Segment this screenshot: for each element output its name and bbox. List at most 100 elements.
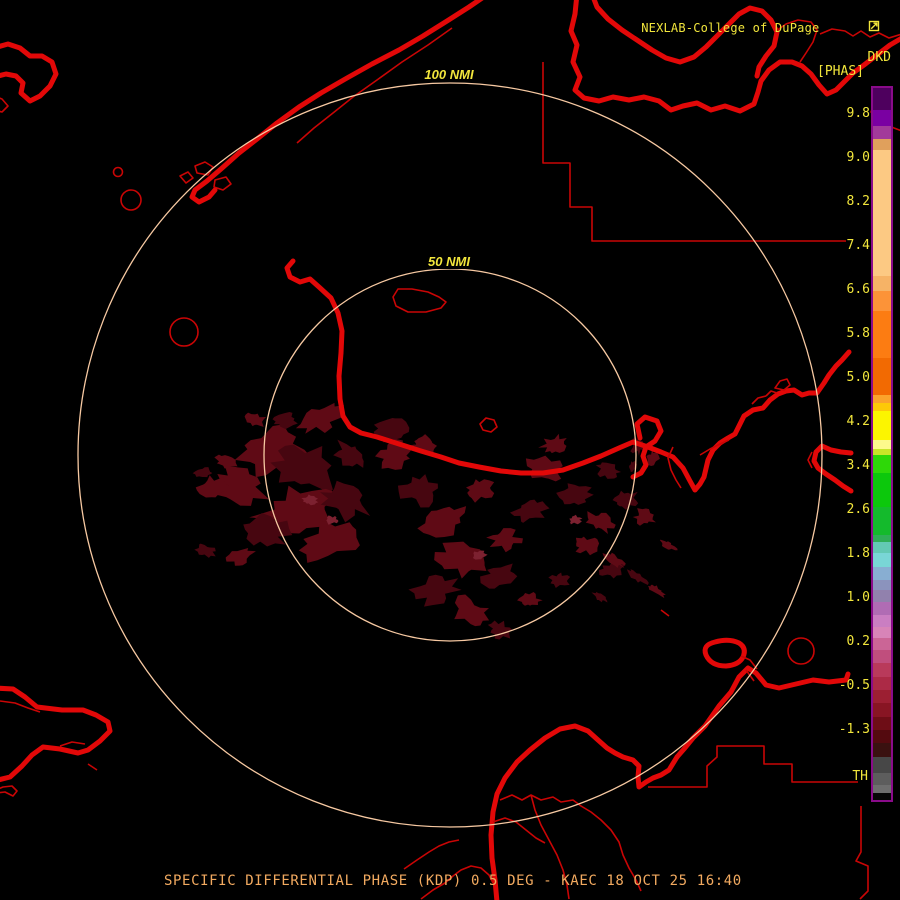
colorbar-segment (873, 677, 891, 690)
echo-blob (517, 592, 543, 606)
colorbar-segment (873, 743, 891, 757)
colorbar-segment (873, 638, 891, 650)
echo-blob (585, 511, 616, 534)
colorbar-tick-label: 3.4 (846, 458, 870, 473)
colorbar-segment (873, 773, 891, 785)
echo-blob (487, 620, 512, 640)
echo-blob (548, 572, 571, 588)
colorbar-tick-label: 6.6 (846, 282, 870, 297)
colorbar-segment (873, 139, 891, 150)
colorbar-segment (873, 276, 891, 291)
colorbar-segment (873, 395, 891, 403)
new-window-icon (823, 6, 880, 49)
echo-blob (454, 594, 490, 627)
colorbar-tick-label: 4.2 (846, 414, 870, 429)
colorbar-segment (873, 703, 891, 717)
colorbar-tick-label: 0.2 (846, 634, 870, 649)
threshold-label: TH (852, 769, 868, 784)
echo-blob (397, 474, 438, 508)
coastline-path (189, 0, 484, 205)
echo-blob (569, 514, 583, 525)
lake-outline (120, 189, 142, 211)
boundary-path (479, 417, 498, 433)
colorbar-segment (873, 473, 891, 507)
coastline-path (0, 41, 59, 104)
map-overlay (0, 0, 900, 900)
echo-blob (225, 548, 256, 566)
colorbar-segment (873, 411, 891, 440)
ring-label-100nmi: 100 NMI (421, 67, 477, 82)
boundary-path (855, 806, 869, 900)
colorbar-segment (873, 126, 891, 139)
boundary-path (0, 785, 18, 797)
radar-display: NEXLAB-College of DuPage DKD [PHAS] 100 … (0, 0, 900, 900)
colorbar-segment (873, 690, 891, 703)
colorbar-segment (873, 358, 891, 395)
boundary-path (179, 171, 194, 184)
colorbar-segment (873, 553, 891, 567)
echo-blob (194, 543, 216, 558)
colorbar-segment (873, 717, 891, 730)
echo-blob (509, 499, 550, 523)
ring-label-50nmi: 50 NMI (425, 254, 473, 269)
colorbar-segment (873, 542, 891, 553)
product-code-label: DKD (867, 50, 891, 65)
boundary-path (699, 439, 730, 456)
colorbar-segment (873, 535, 891, 542)
colorbar-tick-label: 9.0 (846, 150, 870, 165)
colorbar-segment (873, 590, 891, 602)
coastline-path (811, 443, 854, 494)
echo-blob (575, 536, 600, 556)
boundary-path (194, 161, 214, 176)
echo-blob (472, 550, 488, 560)
colorbar-tick-label: 8.2 (846, 194, 870, 209)
boundary-path (296, 27, 453, 144)
colorbar-tick-label: 1.0 (846, 590, 870, 605)
colorbar-segment (873, 615, 891, 627)
echo-blob (659, 539, 678, 551)
echo-blob (626, 569, 649, 586)
echo-blob (486, 528, 523, 553)
lake-outline (787, 637, 815, 665)
echo-blob (632, 508, 656, 526)
colorbar-tick-label: 2.6 (846, 502, 870, 517)
boundary-path (807, 451, 813, 469)
colorbar-segment (873, 88, 891, 110)
echo-blob (465, 479, 495, 503)
boundary-path (0, 97, 9, 113)
radar-canvas (0, 0, 900, 900)
coastline-path (702, 637, 747, 669)
colorbar-segment (873, 110, 891, 126)
boundary-path (660, 609, 670, 617)
lake-outline (112, 166, 124, 178)
boundary-path (392, 288, 447, 313)
colorbar-segment (873, 440, 891, 449)
product-unit-label: [PHAS] (817, 64, 864, 79)
colorbar-tick-label: 1.8 (846, 546, 870, 561)
colorbar-tick-label: -1.3 (838, 722, 870, 737)
echo-blob (408, 574, 462, 607)
boundary-path (492, 817, 546, 844)
boundary-path (87, 763, 98, 771)
colorbar-segment (873, 150, 891, 276)
boundary-path (542, 62, 846, 242)
colorbar-segment (873, 785, 891, 793)
colorbar-segment (873, 627, 891, 638)
boundary-path (59, 741, 86, 747)
echo-blob (538, 433, 567, 454)
lake-outline (169, 317, 199, 347)
colorbar-segment (873, 403, 891, 411)
colorbar-segment (873, 793, 891, 800)
colorbar-segment (873, 507, 891, 535)
colorbar-segment (873, 291, 891, 311)
boundary-path (667, 446, 682, 489)
echo-blob (612, 490, 639, 511)
echo-blob (192, 467, 213, 478)
echo-blob (556, 483, 594, 505)
colorbar-segment (873, 311, 891, 358)
echo-blob (244, 412, 267, 427)
echo-blob (333, 439, 364, 468)
boundary-path (751, 395, 767, 405)
boundary-path (213, 176, 232, 191)
boundary-path (403, 839, 460, 870)
